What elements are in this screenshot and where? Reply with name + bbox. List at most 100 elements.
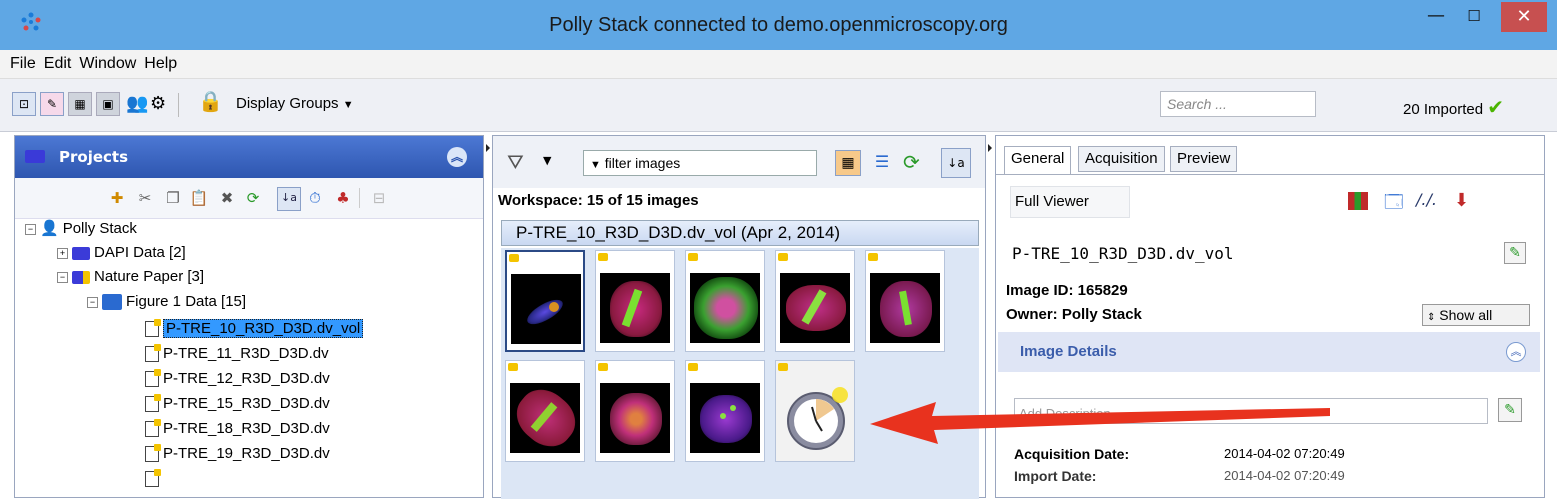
export-icon[interactable]: ⬇: [1454, 190, 1469, 211]
search-input[interactable]: Search ...: [1160, 91, 1316, 117]
refresh-icon[interactable]: ⟳: [243, 188, 263, 208]
tree-item-figure-1-data[interactable]: − Figure 1 Data [15]: [87, 291, 246, 313]
chevron-down-icon[interactable]: ▼: [543, 154, 551, 167]
filter-images-input[interactable]: ▼ filter images: [583, 150, 817, 176]
workspace-toolbar: ⛛ ▼ ▼ filter images ▦ ☰ ⟳ ↓a: [493, 136, 985, 188]
collapse-node-icon[interactable]: −: [25, 223, 36, 235]
minimize-button[interactable]: —: [1421, 2, 1451, 32]
menu-help[interactable]: Help: [140, 50, 181, 73]
image-thumbnail[interactable]: [775, 250, 855, 352]
collapse-node-icon[interactable]: −: [57, 271, 68, 283]
tree-image-row[interactable]: P-TRE_10_R3D_D3D.dv_vol: [145, 318, 364, 340]
monitor-view-icon[interactable]: ▣: [96, 92, 120, 116]
paste-icon[interactable]: 📋: [189, 188, 209, 208]
thumbnail-view-icon[interactable]: ▦: [835, 150, 861, 176]
measure-icon[interactable]: /./.: [1416, 190, 1437, 209]
timeline-icon[interactable]: ⏱: [305, 188, 325, 208]
menu-edit[interactable]: Edit: [40, 50, 76, 73]
tree-image-row[interactable]: [145, 468, 163, 490]
full-viewer-button[interactable]: Full Viewer: [1010, 186, 1130, 218]
maximize-button[interactable]: ☐: [1459, 2, 1489, 32]
import-status[interactable]: 20 Imported ✔: [1403, 95, 1504, 120]
new-container-icon[interactable]: ✚: [107, 188, 127, 208]
thumbnail-image: [690, 383, 760, 453]
display-groups-menu[interactable]: Display Groups ▼: [236, 95, 354, 112]
image-owner: Owner: Polly Stack: [1006, 306, 1142, 323]
grid-view-icon[interactable]: ▦: [68, 92, 92, 116]
splitter-handle[interactable]: [988, 140, 992, 160]
tags-icon[interactable]: ♣: [333, 188, 353, 208]
tree-image-label: P-TRE_18_R3D_D3D.dv: [163, 420, 330, 437]
refresh-icon[interactable]: ⟳: [903, 150, 920, 174]
filter-icon[interactable]: ⛛: [507, 150, 524, 174]
tree-image-label: P-TRE_11_R3D_D3D.dv: [163, 345, 329, 362]
tag-icon: [598, 253, 608, 261]
tree-image-row[interactable]: P-TRE_15_R3D_D3D.dv: [145, 393, 330, 415]
image-thumbnail-loading[interactable]: [775, 360, 855, 462]
user-groups-icon[interactable]: 👥: [126, 93, 148, 114]
loading-clock-icon: [787, 387, 848, 450]
metadata-view-icon[interactable]: ✎: [40, 92, 64, 116]
image-thumbnail[interactable]: [505, 250, 585, 352]
tree-image-label: P-TRE_15_R3D_D3D.dv: [163, 395, 330, 412]
explorer-view-icon[interactable]: ⊡: [12, 92, 36, 116]
tree-item-nature-paper[interactable]: − Nature Paper [3]: [57, 266, 204, 288]
image-thumbnail[interactable]: [685, 360, 765, 462]
collapse-icon[interactable]: ︽: [1506, 342, 1526, 362]
tree-image-row[interactable]: P-TRE_19_R3D_D3D.dv: [145, 443, 330, 465]
tab-general[interactable]: General: [1004, 146, 1072, 174]
tree-image-row[interactable]: P-TRE_18_R3D_D3D.dv: [145, 418, 330, 440]
image-id: Image ID: 165829: [1006, 282, 1128, 299]
tab-acquisition[interactable]: Acquisition: [1078, 146, 1165, 172]
copy-icon[interactable]: ❐: [163, 188, 183, 208]
tree-root[interactable]: − 👤 Polly Stack: [25, 218, 137, 240]
tree-item-dapi-data[interactable]: + DAPI Data [2]: [57, 242, 186, 264]
menu-window[interactable]: Window: [75, 50, 140, 73]
tag-icon: [598, 363, 608, 371]
menu-file[interactable]: File: [0, 50, 40, 73]
sort-az-icon[interactable]: ↓a: [941, 148, 971, 178]
edit-name-icon[interactable]: ✎: [1504, 242, 1526, 264]
toolbar-divider: [359, 188, 360, 208]
expand-node-icon[interactable]: +: [57, 247, 68, 259]
check-icon: ✔: [1487, 97, 1504, 119]
tag-icon: [778, 363, 788, 371]
tag-icon: [868, 253, 878, 261]
image-icon: [145, 419, 161, 438]
collapse-all-icon[interactable]: ⊟: [369, 188, 389, 208]
tree-image-row[interactable]: P-TRE_12_R3D_D3D.dv: [145, 368, 330, 390]
annotation-arrow: [870, 402, 1330, 444]
image-details-header[interactable]: Image Details: [998, 332, 1540, 372]
tree-image-label: P-TRE_19_R3D_D3D.dv: [163, 445, 330, 462]
image-thumbnail[interactable]: [595, 360, 675, 462]
projects-header[interactable]: Projects ︽: [15, 136, 483, 178]
collapse-icon[interactable]: ︽: [447, 147, 467, 167]
tab-preview[interactable]: Preview: [1170, 146, 1238, 172]
scripts-icon[interactable]: ⚙: [150, 93, 166, 114]
collapse-node-icon[interactable]: −: [87, 296, 98, 308]
tree-image-row[interactable]: P-TRE_11_R3D_D3D.dv: [145, 343, 329, 365]
image-icon: [145, 344, 161, 363]
show-all-select[interactable]: ⇕ Show all: [1422, 304, 1530, 326]
delete-icon[interactable]: ✖: [217, 188, 237, 208]
image-details-title: Image Details: [1020, 343, 1117, 360]
image-thumbnail[interactable]: [505, 360, 585, 462]
image-thumbnail[interactable]: [865, 250, 945, 352]
open-with-icon[interactable]: 🗔: [1384, 190, 1404, 220]
show-all-label: Show all: [1439, 307, 1493, 323]
dataset-header[interactable]: P-TRE_10_R3D_D3D.dv_vol (Apr 2, 2014): [501, 220, 979, 246]
edit-description-icon[interactable]: ✎: [1498, 398, 1522, 422]
list-view-icon[interactable]: ☰: [869, 150, 895, 176]
tag-icon: [688, 363, 698, 371]
splitter-handle[interactable]: [486, 140, 490, 160]
cut-icon[interactable]: ✂: [135, 188, 155, 208]
sort-az-icon[interactable]: ↓a: [277, 187, 301, 211]
image-thumbnail[interactable]: [595, 250, 675, 352]
thumbnail-image: [510, 383, 580, 453]
import-date-value: 2014-04-02 07:20:49: [1224, 468, 1345, 483]
thumbnail-image: [600, 273, 670, 343]
close-button[interactable]: ✕: [1501, 2, 1547, 32]
image-thumbnail[interactable]: [685, 250, 765, 352]
channels-icon[interactable]: [1348, 192, 1368, 210]
display-groups-label: Display Groups: [236, 95, 339, 112]
